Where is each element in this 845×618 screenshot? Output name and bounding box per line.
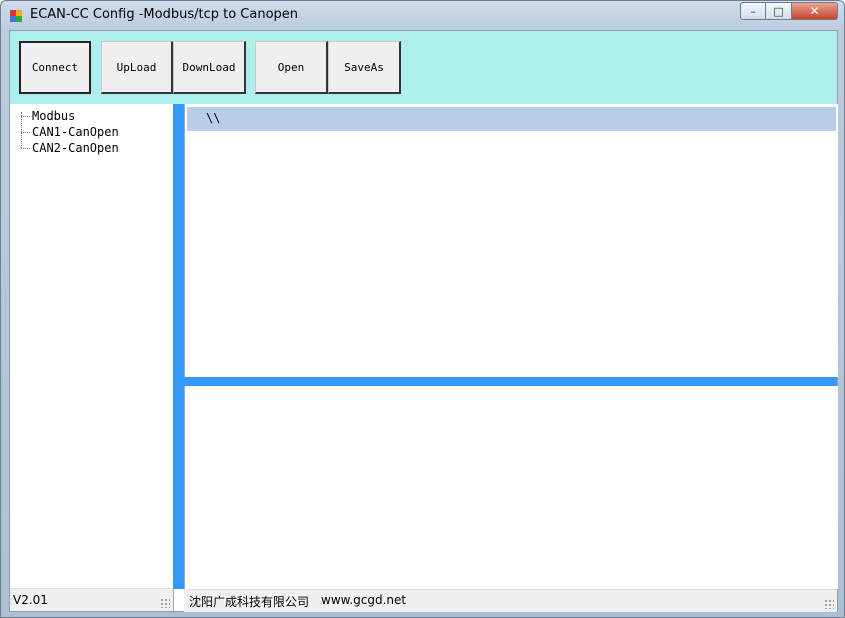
resize-grip-icon[interactable] xyxy=(160,598,170,608)
title-bar[interactable]: ECAN-CC Config -Modbus/tcp to Canopen – … xyxy=(1,1,844,29)
company-name: 沈阳广成科技有限公司 xyxy=(189,595,310,609)
tree-item-label: Modbus xyxy=(32,109,76,123)
tree-connector xyxy=(21,132,30,133)
tree-item-can1-canopen[interactable]: CAN1-CanOpen xyxy=(18,124,119,140)
right-status-bar: 沈阳广成科技有限公司 www.gcgd.net xyxy=(184,589,837,612)
close-button[interactable]: ✕ xyxy=(792,2,838,20)
left-status-bar: V2.01 xyxy=(10,588,173,611)
download-button[interactable]: DownLoad xyxy=(173,41,246,94)
tree-item-can2-canopen[interactable]: CAN2-CanOpen xyxy=(18,140,119,156)
tree-item-modbus[interactable]: Modbus xyxy=(18,108,119,124)
saveas-button[interactable]: SaveAs xyxy=(328,41,401,94)
config-tree: Modbus CAN1-CanOpen CAN2-CanOpen xyxy=(18,108,119,156)
open-button[interactable]: Open xyxy=(255,41,328,94)
resize-grip-icon[interactable] xyxy=(824,599,834,609)
maximize-button[interactable]: □ xyxy=(766,2,792,20)
upload-button[interactable]: UpLoad xyxy=(101,41,173,94)
toolbar: Connect UpLoad DownLoad Open SaveAs xyxy=(10,31,837,104)
website-link: www.gcgd.net xyxy=(321,593,407,607)
selected-path-row[interactable]: \\ xyxy=(187,107,836,131)
tree-connector xyxy=(21,148,30,149)
horizontal-splitter[interactable] xyxy=(184,377,837,386)
connect-button[interactable]: Connect xyxy=(19,41,91,94)
maximize-icon: □ xyxy=(773,4,784,18)
bottom-detail-pane xyxy=(184,386,838,589)
tree-connector xyxy=(21,116,30,117)
tree-item-label: CAN1-CanOpen xyxy=(32,125,119,139)
minimize-icon: – xyxy=(750,4,756,18)
tree-item-label: CAN2-CanOpen xyxy=(32,141,119,155)
path-text: \\ xyxy=(206,111,221,125)
vertical-splitter[interactable] xyxy=(173,104,184,589)
close-icon: ✕ xyxy=(809,4,820,18)
window-title: ECAN-CC Config -Modbus/tcp to Canopen xyxy=(30,7,299,22)
client-area: Connect UpLoad DownLoad Open SaveAs Modb… xyxy=(9,30,838,612)
tree-pane: Modbus CAN1-CanOpen CAN2-CanOpen V2.01 xyxy=(10,104,174,611)
minimize-button[interactable]: – xyxy=(740,2,766,20)
app-window: ECAN-CC Config -Modbus/tcp to Canopen – … xyxy=(0,0,845,618)
window-controls: – □ ✕ xyxy=(740,2,838,21)
version-label: V2.01 xyxy=(13,593,48,607)
top-detail-pane: \\ xyxy=(184,104,838,377)
app-icon xyxy=(10,10,22,22)
